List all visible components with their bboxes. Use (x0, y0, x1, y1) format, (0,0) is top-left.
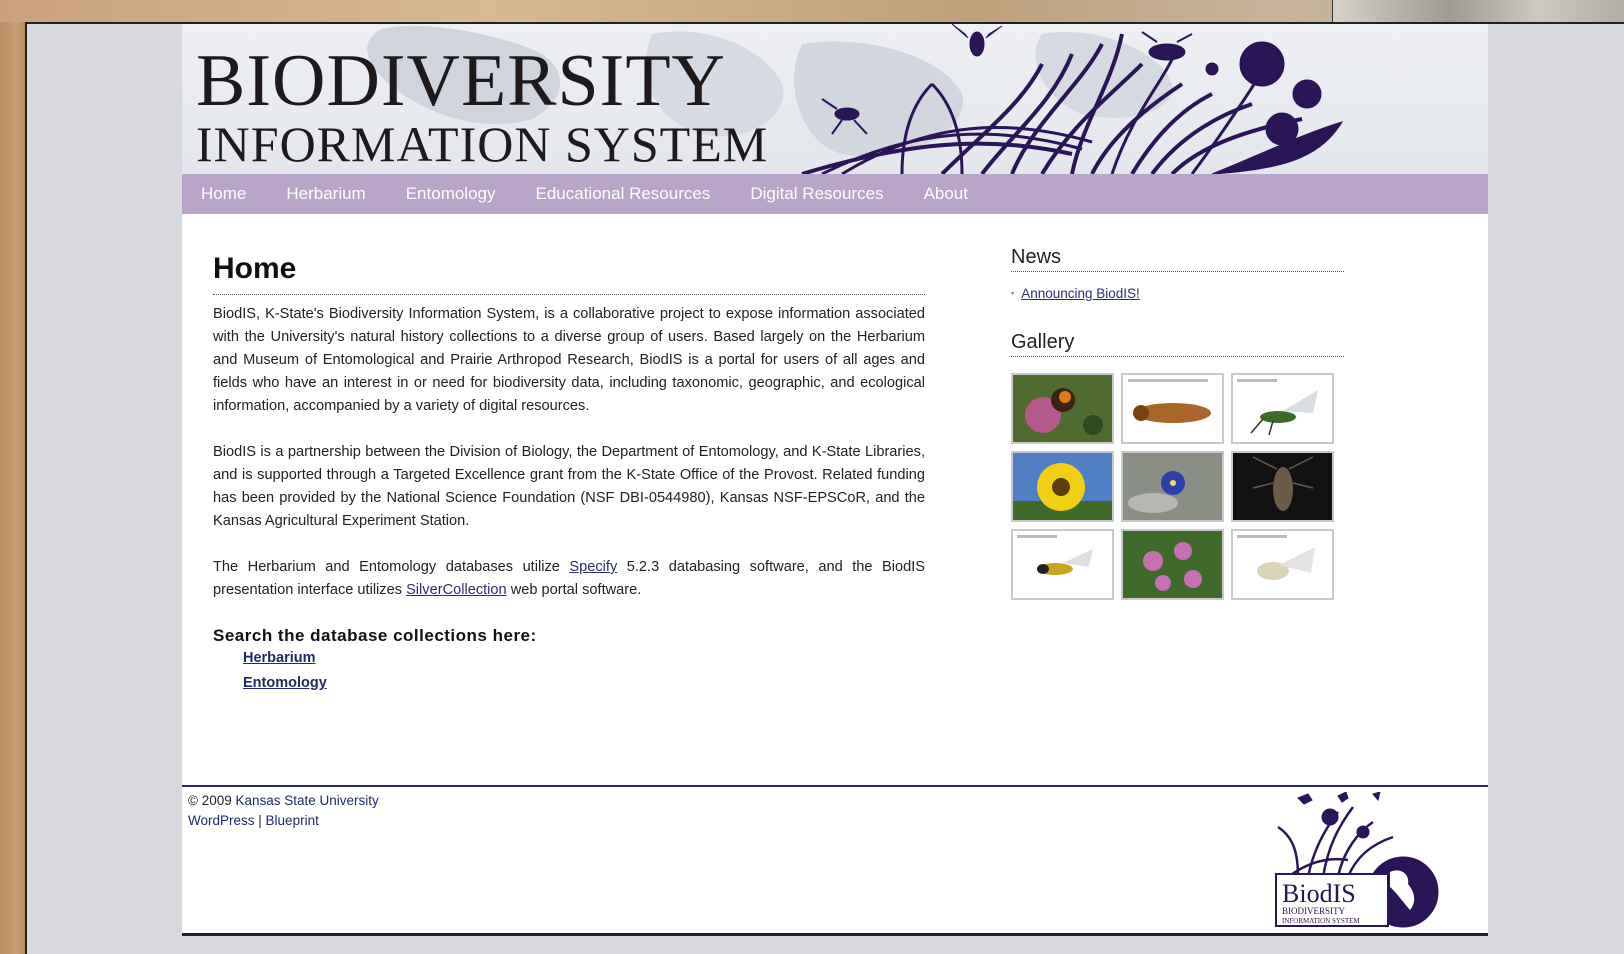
main-navigation: Home Herbarium Entomology Educational Re… (182, 174, 1488, 214)
gallery-heading: Gallery (1011, 331, 1344, 357)
site-title-line1: BIODIVERSITY (196, 40, 726, 122)
footer-credits: © 2009 Kansas State University WordPress… (188, 791, 379, 831)
logo-name: BiodIS (1282, 879, 1356, 908)
herbarium-search-link[interactable]: Herbarium (243, 650, 925, 666)
search-heading: Search the database collections here: (213, 626, 537, 645)
gallery-thumb-yellow-wasp[interactable] (1011, 529, 1114, 600)
site-header-banner: BIODIVERSITY INFORMATION SYSTEM (182, 24, 1488, 174)
biodis-logo: BiodIS BIODIVERSITY INFORMATION SYSTEM (1275, 792, 1439, 928)
software-paragraph: The Herbarium and Entomology databases u… (213, 556, 925, 602)
powered-by-line: WordPress | Blueprint (188, 811, 379, 831)
blueprint-link[interactable]: Blueprint (266, 813, 319, 828)
footer-bottom-border (182, 933, 1488, 936)
gallery-thumb-blue-flower[interactable] (1121, 451, 1224, 522)
intro-paragraph: BiodIS, K-State's Biodiversity Informati… (213, 306, 925, 414)
gallery-thumb-longhorn-beetle[interactable] (1231, 451, 1334, 522)
wordpress-link[interactable]: WordPress (188, 813, 255, 828)
background-window-edge (1332, 0, 1624, 22)
footer-divider (182, 785, 1488, 787)
gallery-thumb-pink-flowers[interactable] (1121, 529, 1224, 600)
software-text-1: The Herbarium and Entomology databases u… (213, 559, 570, 575)
footer-separator: | (254, 813, 266, 828)
gallery-thumb-green-wasp[interactable] (1231, 373, 1334, 444)
gallery-thumb-sunflower[interactable] (1011, 451, 1114, 522)
news-link-announcing-biodis[interactable]: Announcing BiodIS! (1021, 286, 1140, 301)
nav-about[interactable]: About (924, 184, 968, 204)
sidebar: News Announcing BiodIS! Gallery (1011, 246, 1344, 600)
page-title: Home (213, 252, 925, 295)
nav-home[interactable]: Home (201, 184, 246, 204)
search-links: Herbarium Entomology (243, 650, 925, 691)
nav-educational-resources[interactable]: Educational Resources (536, 184, 711, 204)
logo-tagline-2: INFORMATION SYSTEM (1282, 917, 1360, 925)
nav-digital-resources[interactable]: Digital Resources (750, 184, 883, 204)
nav-herbarium[interactable]: Herbarium (286, 184, 365, 204)
entomology-search-link[interactable]: Entomology (243, 675, 925, 691)
specify-link[interactable]: Specify (569, 559, 617, 575)
silvercollection-link[interactable]: SilverCollection (406, 582, 507, 598)
gallery-thumb-beetle-larva[interactable] (1121, 373, 1224, 444)
page-container: BIODIVERSITY INFORMATION SYSTEM Home Her… (182, 24, 1488, 936)
news-heading: News (1011, 246, 1344, 272)
news-item: Announcing BiodIS! (1011, 286, 1344, 301)
gallery-thumb-pale-fly[interactable] (1231, 529, 1334, 600)
gallery-grid (1011, 373, 1344, 600)
copyright-text: © 2009 (188, 793, 236, 808)
site-title-line2: INFORMATION SYSTEM (196, 116, 769, 172)
main-content: Home BiodIS, K-State's Biodiversity Info… (213, 252, 925, 700)
copyright-line: © 2009 Kansas State University (188, 791, 379, 811)
nav-entomology[interactable]: Entomology (406, 184, 496, 204)
gallery-thumb-coneflower-bee[interactable] (1011, 373, 1114, 444)
software-text-3: web portal software. (506, 582, 642, 598)
kansas-state-link[interactable]: Kansas State University (235, 793, 378, 808)
logo-tagline-1: BIODIVERSITY (1282, 906, 1345, 916)
news-list: Announcing BiodIS! (1011, 286, 1344, 301)
partnership-paragraph: BiodIS is a partnership between the Divi… (213, 444, 925, 529)
plants-insects-silhouette (801, 24, 1344, 174)
